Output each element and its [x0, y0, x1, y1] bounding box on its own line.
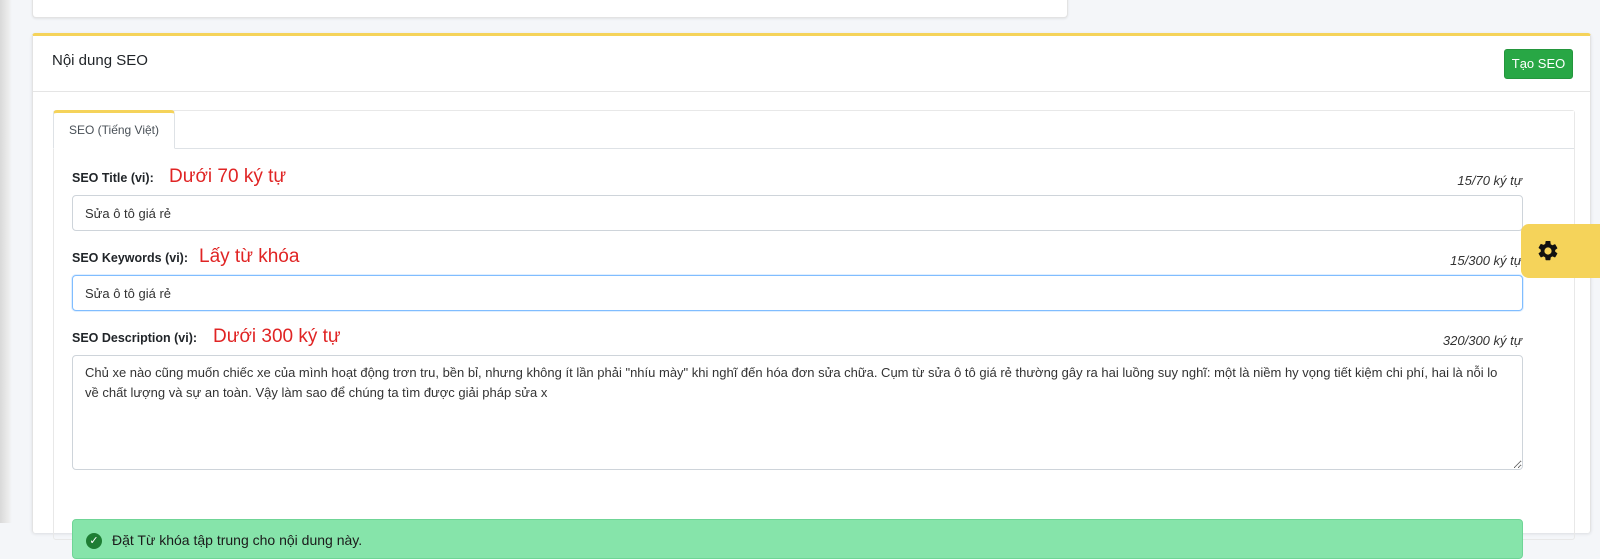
seo-keywords-hint: Lấy từ khóa — [199, 246, 300, 267]
seo-description-hint: Dưới 300 ký tự — [213, 326, 341, 347]
seo-title-hint: Dưới 70 ký tự — [169, 166, 287, 187]
seo-description-textarea[interactable]: Chủ xe nào cũng muốn chiếc xe của mình h… — [72, 355, 1523, 470]
seo-content-card: Nội dung SEO Tạo SEO SEO (Tiếng Việt) SE… — [32, 33, 1591, 559]
seo-keywords-input[interactable] — [72, 275, 1523, 311]
gear-icon — [1538, 240, 1558, 261]
alert-text: Đặt Từ khóa tập trung cho nội dung này. — [112, 532, 363, 548]
seo-keywords-count: 15/300 ký tự — [1450, 253, 1522, 268]
seo-keywords-label: SEO Keywords (vi): — [72, 251, 188, 265]
seo-description-count: 320/300 ký tự — [1442, 333, 1522, 348]
create-seo-button[interactable]: Tạo SEO — [1504, 49, 1573, 79]
seo-title-field: SEO Title (vi): Dưới 70 ký tự 15/70 ký t… — [72, 166, 1524, 231]
seo-title-label: SEO Title (vi): — [72, 171, 154, 185]
seo-description-label: SEO Description (vi): — [72, 331, 198, 345]
seo-description-field: SEO Description (vi): Dưới 300 ký tự 320… — [72, 326, 1524, 473]
seo-keywords-field: SEO Keywords (vi): Lấy từ khóa 15/300 ký… — [72, 246, 1524, 311]
focus-keyword-alert: ✓ Đặt Từ khóa tập trung cho nội dung này… — [72, 519, 1523, 559]
settings-toggle-button[interactable] — [1521, 224, 1600, 278]
card-title: Nội dung SEO — [52, 52, 148, 69]
card-header: Nội dung SEO Tạo SEO — [33, 36, 1590, 92]
seo-title-count: 15/70 ký tự — [1457, 173, 1522, 188]
tab-bar: SEO (Tiếng Việt) — [53, 110, 1574, 149]
previous-card — [32, 0, 1068, 18]
tab-seo-vietnamese[interactable]: SEO (Tiếng Việt) — [53, 110, 175, 149]
page-left-edge — [0, 0, 12, 523]
seo-title-input[interactable] — [72, 195, 1523, 231]
seo-tab-panel: SEO (Tiếng Việt) SEO Title (vi): Dưới 70… — [53, 110, 1575, 559]
check-circle-icon: ✓ — [86, 533, 102, 549]
